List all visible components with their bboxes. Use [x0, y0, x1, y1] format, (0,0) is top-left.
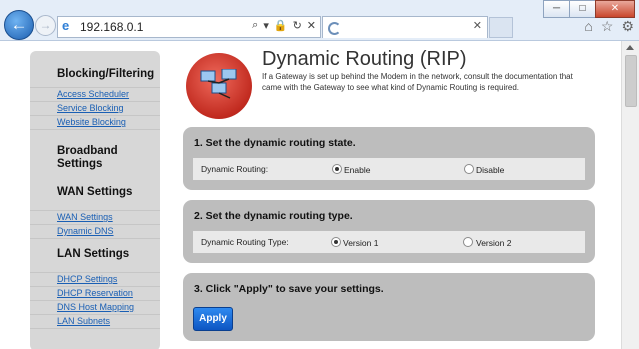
- close-window-button[interactable]: ✕: [595, 0, 635, 18]
- search-icon[interactable]: ⌕: [252, 19, 258, 32]
- routing-state-label: Dynamic Routing:: [201, 164, 269, 174]
- sidebar-link-access-scheduler[interactable]: Access Scheduler: [30, 88, 160, 102]
- panel-routing-type: 2. Set the dynamic routing type. Dynamic…: [183, 200, 595, 263]
- maximize-button[interactable]: □: [569, 0, 596, 18]
- version1-radio-label[interactable]: Version 1: [343, 238, 378, 248]
- browser-right-tools: ⌂ ☆ ⚙: [584, 18, 634, 35]
- routing-type-label: Dynamic Routing Type:: [201, 237, 289, 247]
- scroll-up-arrow-icon[interactable]: [626, 45, 634, 50]
- enable-radio-label[interactable]: Enable: [344, 165, 370, 175]
- sidebar-section-blocking: Blocking/Filtering Access Scheduler Serv…: [30, 68, 160, 130]
- sidebar-link-lan-subnets[interactable]: LAN Subnets: [30, 315, 160, 329]
- sidebar-section-wan: WAN Settings WAN Settings Dynamic DNS: [30, 186, 160, 239]
- routing-type-row: Dynamic Routing Type: Version 1 Version …: [193, 231, 585, 253]
- dropdown-icon[interactable]: ▾: [263, 19, 269, 32]
- page-description: If a Gateway is set up behind the Modem …: [262, 72, 573, 92]
- network-computers-icon: [186, 53, 252, 119]
- vertical-scrollbar[interactable]: [621, 41, 639, 349]
- stop-icon[interactable]: ✕: [307, 19, 316, 32]
- address-bar[interactable]: e 192.168.0.1 ⌕ ▾ 🔒 ↻ ✕: [57, 16, 321, 38]
- tab-close-icon[interactable]: ✕: [473, 19, 482, 32]
- version2-radio[interactable]: [463, 237, 473, 247]
- routing-state-row: Dynamic Routing: Enable Disable: [193, 158, 585, 180]
- sidebar-heading: WAN Settings: [57, 186, 133, 198]
- sidebar-link-wan-settings[interactable]: WAN Settings: [30, 211, 160, 225]
- settings-gear-icon[interactable]: ⚙: [621, 18, 634, 35]
- sidebar-link-dhcp-reservation[interactable]: DHCP Reservation: [30, 287, 160, 301]
- apply-button[interactable]: Apply: [193, 307, 233, 331]
- scroll-thumb[interactable]: [625, 55, 637, 107]
- browser-tab[interactable]: ✕: [322, 16, 488, 38]
- sidebar-section-lan: LAN Settings DHCP Settings DHCP Reservat…: [30, 248, 160, 329]
- sidebar-link-website-blocking[interactable]: Website Blocking: [30, 116, 160, 130]
- loading-icon: [328, 22, 341, 35]
- sidebar-link-service-blocking[interactable]: Service Blocking: [30, 102, 160, 116]
- address-tools: ⌕ ▾ 🔒 ↻ ✕: [252, 19, 316, 32]
- panel-title: 3. Click "Apply" to save your settings.: [194, 283, 384, 295]
- sidebar-heading: LAN Settings: [57, 248, 130, 260]
- panel-title: 1. Set the dynamic routing state.: [194, 137, 356, 149]
- enable-radio[interactable]: [332, 164, 342, 174]
- sidebar-heading-broadband[interactable]: Broadband Settings: [30, 145, 137, 171]
- sidebar-heading: Blocking/Filtering: [57, 68, 155, 80]
- favorites-star-icon[interactable]: ☆: [601, 18, 614, 35]
- panel-title: 2. Set the dynamic routing type.: [194, 210, 353, 222]
- url-text[interactable]: 192.168.0.1: [80, 20, 143, 34]
- computers-graphic: [200, 69, 237, 99]
- web-page: Blocking/Filtering Access Scheduler Serv…: [0, 41, 622, 349]
- forward-button[interactable]: →: [35, 15, 56, 36]
- refresh-icon[interactable]: ↻: [293, 19, 302, 32]
- back-arrow-icon: ←: [10, 15, 28, 34]
- version1-radio[interactable]: [331, 237, 341, 247]
- version2-radio-label[interactable]: Version 2: [476, 238, 511, 248]
- browser-toolbar: ─ □ ✕ ← → e 192.168.0.1 ⌕ ▾ 🔒 ↻ ✕ ✕ ⌂ ☆ …: [0, 0, 639, 41]
- sidebar: Blocking/Filtering Access Scheduler Serv…: [30, 51, 160, 349]
- forward-arrow-icon: →: [39, 18, 52, 32]
- panel-routing-state: 1. Set the dynamic routing state. Dynami…: [183, 127, 595, 190]
- page-title: Dynamic Routing (RIP): [262, 48, 467, 70]
- sidebar-link-dynamic-dns[interactable]: Dynamic DNS: [30, 225, 160, 239]
- sidebar-link-dhcp-settings[interactable]: DHCP Settings: [30, 273, 160, 287]
- panel-apply: 3. Click "Apply" to save your settings. …: [183, 273, 595, 341]
- disable-radio[interactable]: [464, 164, 474, 174]
- window-controls: ─ □ ✕: [543, 0, 635, 18]
- lock-icon: 🔒: [273, 20, 288, 32]
- new-tab-button[interactable]: [489, 17, 513, 38]
- home-icon[interactable]: ⌂: [584, 18, 592, 35]
- sidebar-link-dns-host-mapping[interactable]: DNS Host Mapping: [30, 301, 160, 315]
- ie-logo-icon: e: [62, 18, 70, 33]
- minimize-button[interactable]: ─: [543, 0, 570, 18]
- back-button[interactable]: ←: [4, 10, 34, 40]
- disable-radio-label[interactable]: Disable: [476, 165, 504, 175]
